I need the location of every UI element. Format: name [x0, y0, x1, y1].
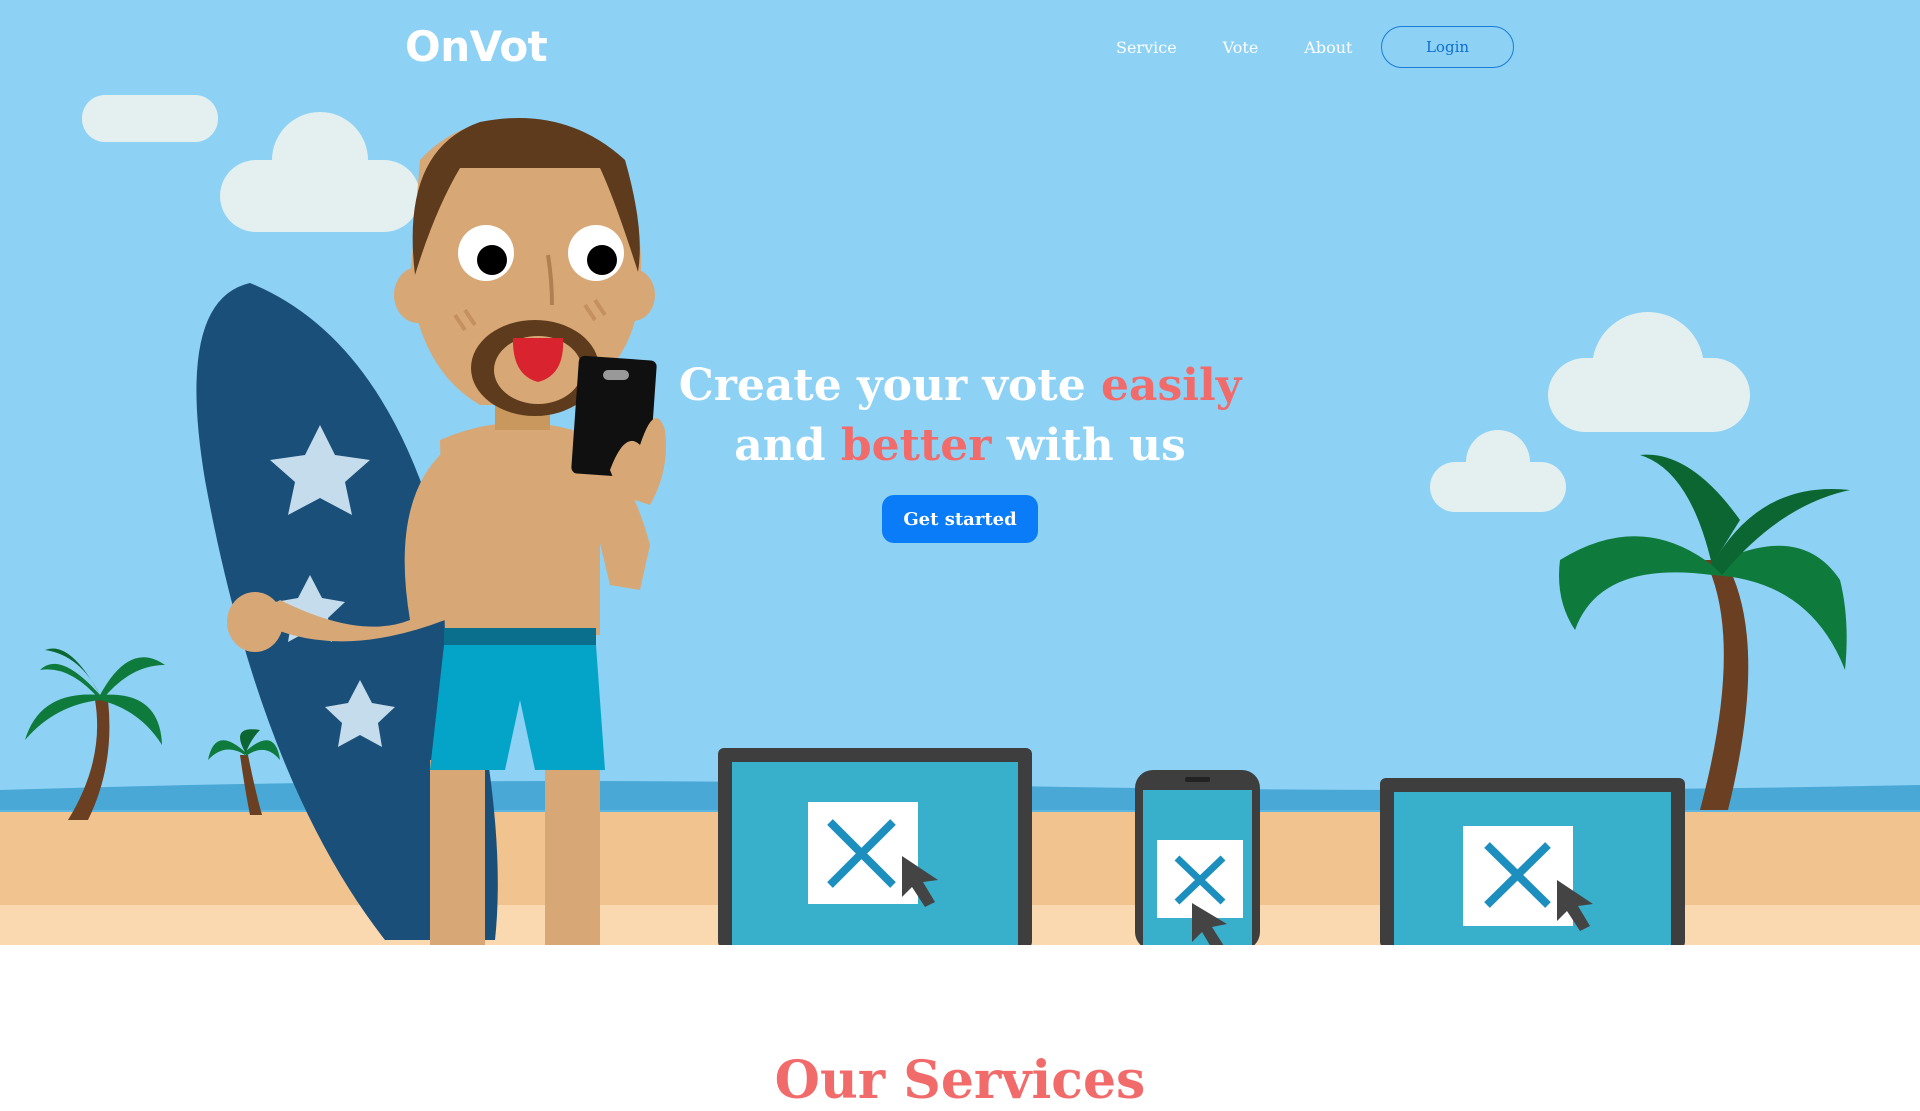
cloud-icon: [82, 95, 218, 142]
hero-section: OnVot Service Vote About Login Create yo…: [0, 0, 1920, 945]
headline-text: with us: [991, 420, 1186, 471]
brand-logo[interactable]: OnVot: [405, 22, 548, 71]
hero-headline: Create your vote easily and better with …: [660, 356, 1260, 476]
headline-highlight: better: [840, 420, 992, 471]
nav-item-vote[interactable]: Vote: [1223, 38, 1259, 57]
headline-text: Create your vote: [678, 360, 1101, 411]
headline-text: and: [734, 420, 841, 471]
nav-item-service[interactable]: Service: [1116, 38, 1177, 57]
services-section-title: Our Services: [774, 1050, 1146, 1111]
headline-highlight: easily: [1101, 360, 1242, 411]
login-button[interactable]: Login: [1381, 26, 1514, 68]
nav-item-about[interactable]: About: [1304, 38, 1352, 57]
laptop-icon: [718, 748, 1032, 945]
phone-device-icon: [1135, 770, 1260, 945]
laptop-icon: [1380, 778, 1685, 945]
get-started-button[interactable]: Get started: [882, 495, 1038, 543]
main-nav: Service Vote About: [1116, 38, 1390, 57]
